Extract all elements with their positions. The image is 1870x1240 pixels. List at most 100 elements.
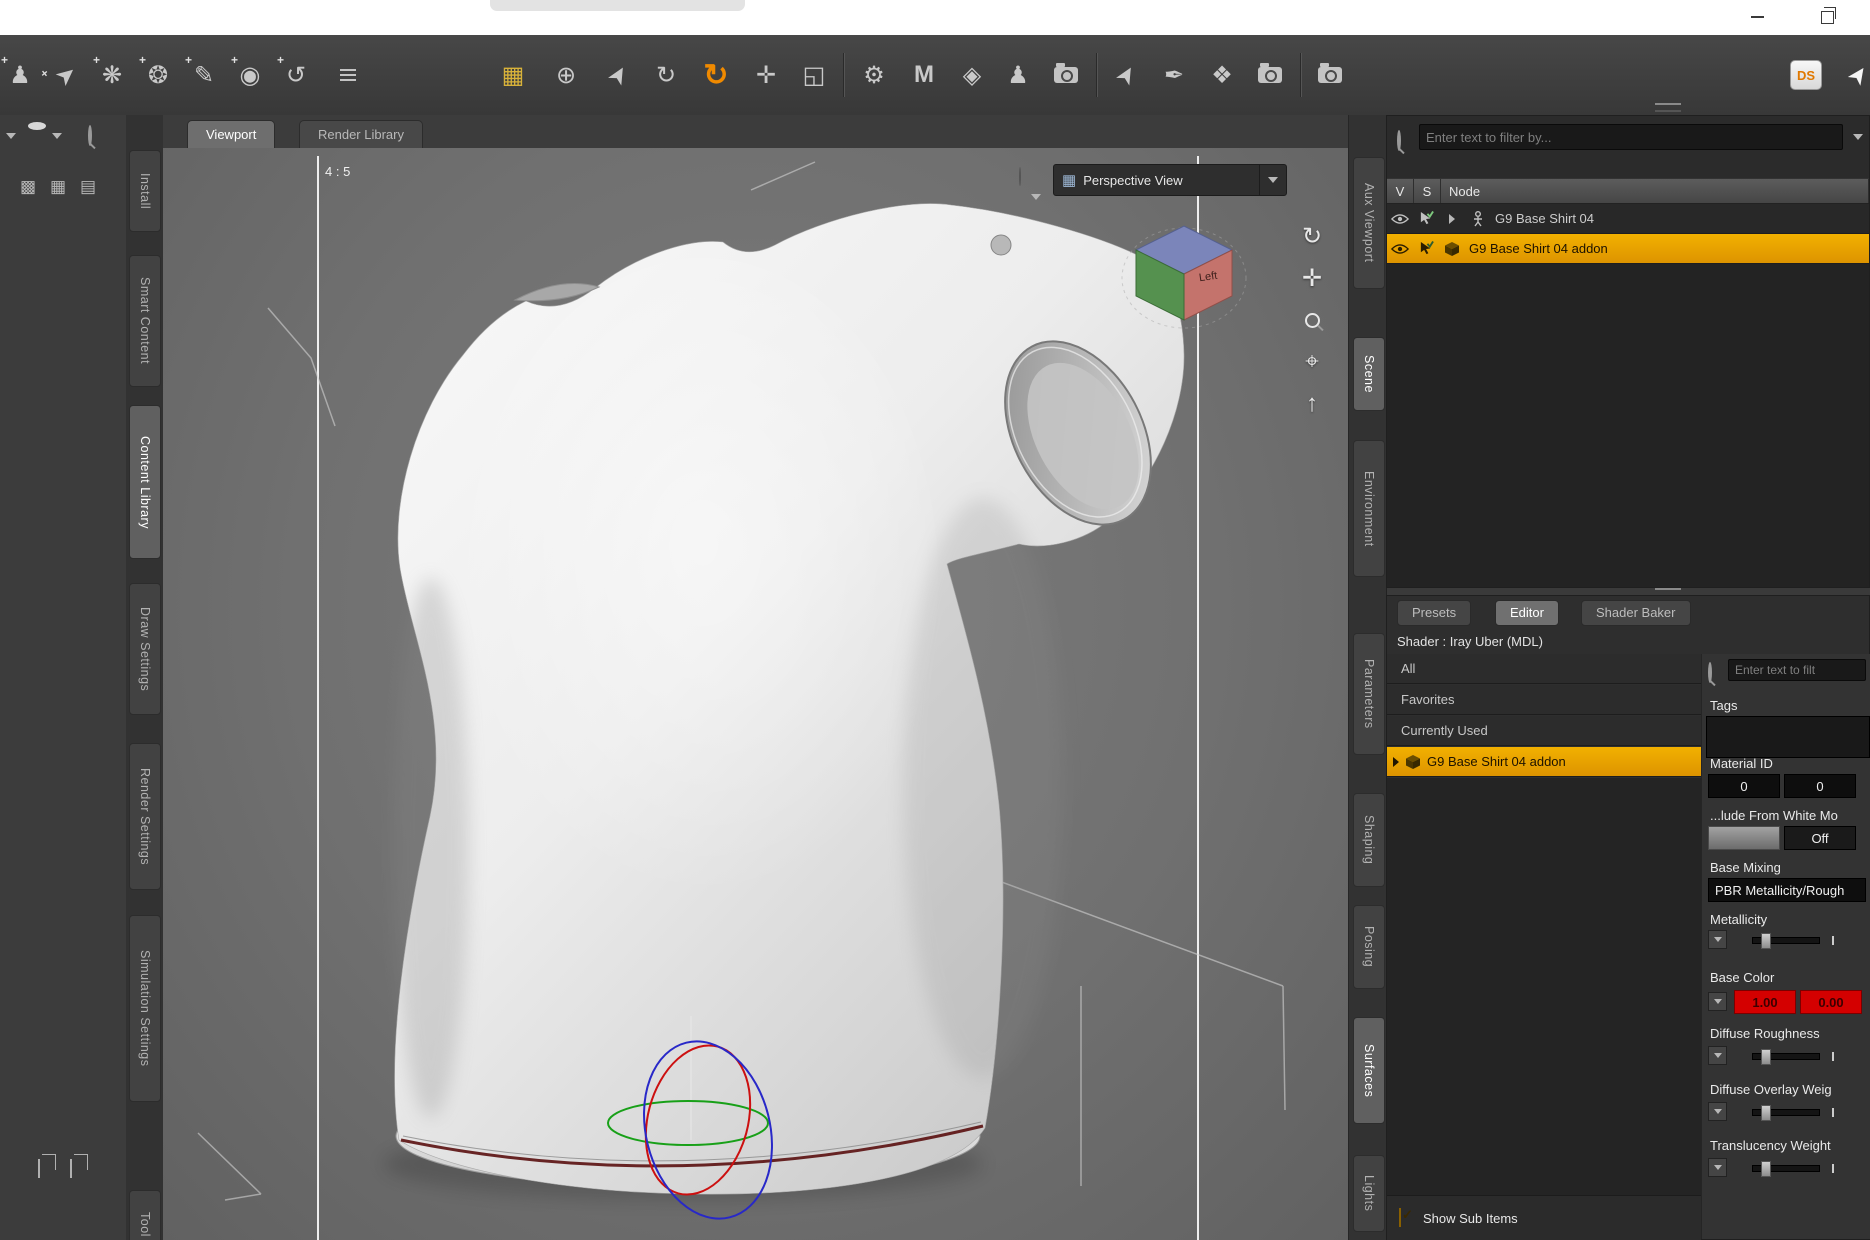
dock-splitter-grip[interactable] [1655,103,1681,112]
node-selection-tool-icon[interactable]: ➤ [593,50,642,99]
duplicate-alt-icon[interactable] [70,1159,72,1178]
create-magnet-icon[interactable]: ❋ [93,53,130,93]
param-menu-button[interactable] [1708,1158,1727,1177]
param-menu-button[interactable] [1708,1046,1727,1065]
database-caret-icon[interactable] [52,133,62,139]
create-orbit-icon[interactable]: ↺ [277,53,314,93]
thumb-grid-icon[interactable]: ▦ [50,177,66,197]
tab-surfaces[interactable]: Surfaces [1353,1017,1385,1124]
exclude-white-button[interactable] [1708,826,1780,850]
surface-pen-icon[interactable]: ✒ [1156,57,1192,93]
param-menu-button[interactable] [1708,930,1727,949]
layout-grid-icon[interactable]: ▦ [495,57,531,93]
tab-render-library[interactable]: Render Library [299,120,423,148]
tab-render-settings[interactable]: Render Settings [129,743,161,890]
slider-handle[interactable] [1761,1049,1771,1065]
tab-scene[interactable]: Scene [1353,337,1385,411]
tags-input[interactable] [1706,716,1870,758]
orbit-tool-icon[interactable]: ↻ [1296,220,1328,252]
selectable-cursor-icon[interactable] [1413,211,1439,226]
column-node[interactable]: Node [1441,179,1869,203]
thumb-list-icon[interactable]: ▤ [80,177,96,197]
scene-list-empty-area[interactable] [1387,264,1869,587]
create-figure-icon[interactable]: ♟ [1,53,38,93]
diffuse-roughness-slider-track[interactable] [1752,1049,1820,1065]
surface-list-favorites[interactable]: Favorites [1387,685,1701,715]
create-light-icon[interactable]: ❂ [139,53,176,93]
exclude-white-value[interactable]: Off [1784,826,1856,850]
param-menu-button[interactable] [1708,1102,1727,1121]
expand-arrow-icon[interactable] [1393,756,1399,767]
param-menu-button[interactable] [1708,992,1727,1011]
tab-simulation-settings[interactable]: Simulation Settings [129,915,161,1102]
column-selectability[interactable]: S [1414,179,1441,203]
weight-brush-icon[interactable]: M [906,57,942,93]
thumb-grid-small-icon[interactable]: ▩ [20,177,36,197]
slider-handle[interactable] [1761,1161,1771,1177]
scene-node-row-selected[interactable]: G9 Base Shirt 04 addon [1387,234,1869,264]
ds-logo[interactable]: DS [1788,57,1824,93]
surface-list-currently-used[interactable]: Currently Used [1387,716,1701,746]
viewport-style-sphere-icon[interactable] [1019,167,1021,186]
tab-shaping[interactable]: Shaping [1353,793,1385,887]
left-pane-caret-icon[interactable] [6,133,16,139]
metallicity-slider-track[interactable] [1752,933,1820,949]
translucency-slider-track[interactable] [1752,1161,1820,1177]
shader-ball-icon[interactable]: ❖ [1204,57,1240,93]
minimize-button[interactable] [1742,6,1772,28]
scene-node-row[interactable]: G9 Base Shirt 04 [1387,204,1869,234]
tab-smart-content[interactable]: Smart Content [129,255,161,387]
viewport-canvas[interactable]: 4 : 5 ▦ Perspective View Left ↻ ✛ ⌖ ↑ [163,148,1348,1240]
base-color-g-value[interactable]: 0.00 [1800,990,1862,1014]
surface-list-empty-area[interactable] [1387,778,1702,1195]
tab-viewport[interactable]: Viewport [187,120,276,148]
tab-parameters[interactable]: Parameters [1353,633,1385,755]
material-id-value-2[interactable]: 0 [1784,774,1856,798]
base-mixing-dropdown[interactable]: PBR Metallicity/Rough [1708,878,1866,902]
view-mode-caret-button[interactable] [1259,165,1286,195]
expand-arrow-icon[interactable] [1439,213,1465,224]
scale-tool-icon[interactable]: ◱ [796,57,832,93]
selectable-cursor-icon[interactable] [1413,241,1439,256]
new-camera-icon[interactable] [1048,57,1084,93]
create-node-icon[interactable]: ◉ [231,53,268,93]
slider-handle[interactable] [1761,1105,1771,1121]
scene-list-icon[interactable] [330,57,366,93]
visibility-eye-icon[interactable] [1387,213,1413,225]
create-pose-icon[interactable]: ➤ [41,50,92,101]
restore-button[interactable] [1812,6,1842,28]
pan-tool-icon[interactable]: ✛ [1296,262,1328,294]
tab-aux-viewport[interactable]: Aux Viewport [1353,157,1385,289]
node-pointer-icon[interactable]: ➤ [1101,50,1150,99]
duplicate-icon[interactable] [38,1159,40,1178]
create-dform-icon[interactable]: ✎ [185,53,222,93]
active-pose-tool-icon[interactable]: ↻ [698,57,734,93]
tab-editor[interactable]: Editor [1495,600,1559,626]
rotate-tool-icon[interactable]: ↻ [648,57,684,93]
left-search-icon[interactable] [88,125,92,146]
tab-shader-baker[interactable]: Shader Baker [1581,600,1691,626]
tab-lights[interactable]: Lights [1353,1155,1385,1232]
tab-content-library[interactable]: Content Library [129,405,161,559]
tab-environment[interactable]: Environment [1353,440,1385,577]
props-filter-input[interactable] [1728,659,1866,681]
base-color-r-value[interactable]: 1.00 [1734,990,1796,1014]
surface-list-all[interactable]: All [1387,654,1701,684]
pointer-icon[interactable]: ➤ [1833,50,1870,100]
slider-handle[interactable] [1761,933,1771,949]
universal-tool-icon[interactable]: ⊕ [548,57,584,93]
tab-tool-settings[interactable]: Tool Settings [129,1190,161,1240]
viewport-style-caret-icon[interactable] [1031,194,1041,200]
camera-home-icon[interactable]: ↑ [1296,388,1328,420]
column-visibility[interactable]: V [1387,179,1414,203]
frame-tool-icon[interactable]: ⌖ [1296,346,1328,378]
translate-tool-icon[interactable]: ✛ [748,57,784,93]
scene-filter-input[interactable] [1419,124,1843,150]
zoom-tool-icon[interactable] [1296,304,1328,336]
joint-editor-icon[interactable]: ⚙ [856,57,892,93]
scene-filter-caret-icon[interactable] [1853,134,1863,140]
geometry-editor-icon[interactable]: ◈ [954,57,990,93]
show-sub-items-checkbox[interactable] [1399,1208,1401,1227]
figure-setup-icon[interactable]: ♟ [1000,57,1036,93]
render-camera-icon[interactable] [1252,57,1288,93]
